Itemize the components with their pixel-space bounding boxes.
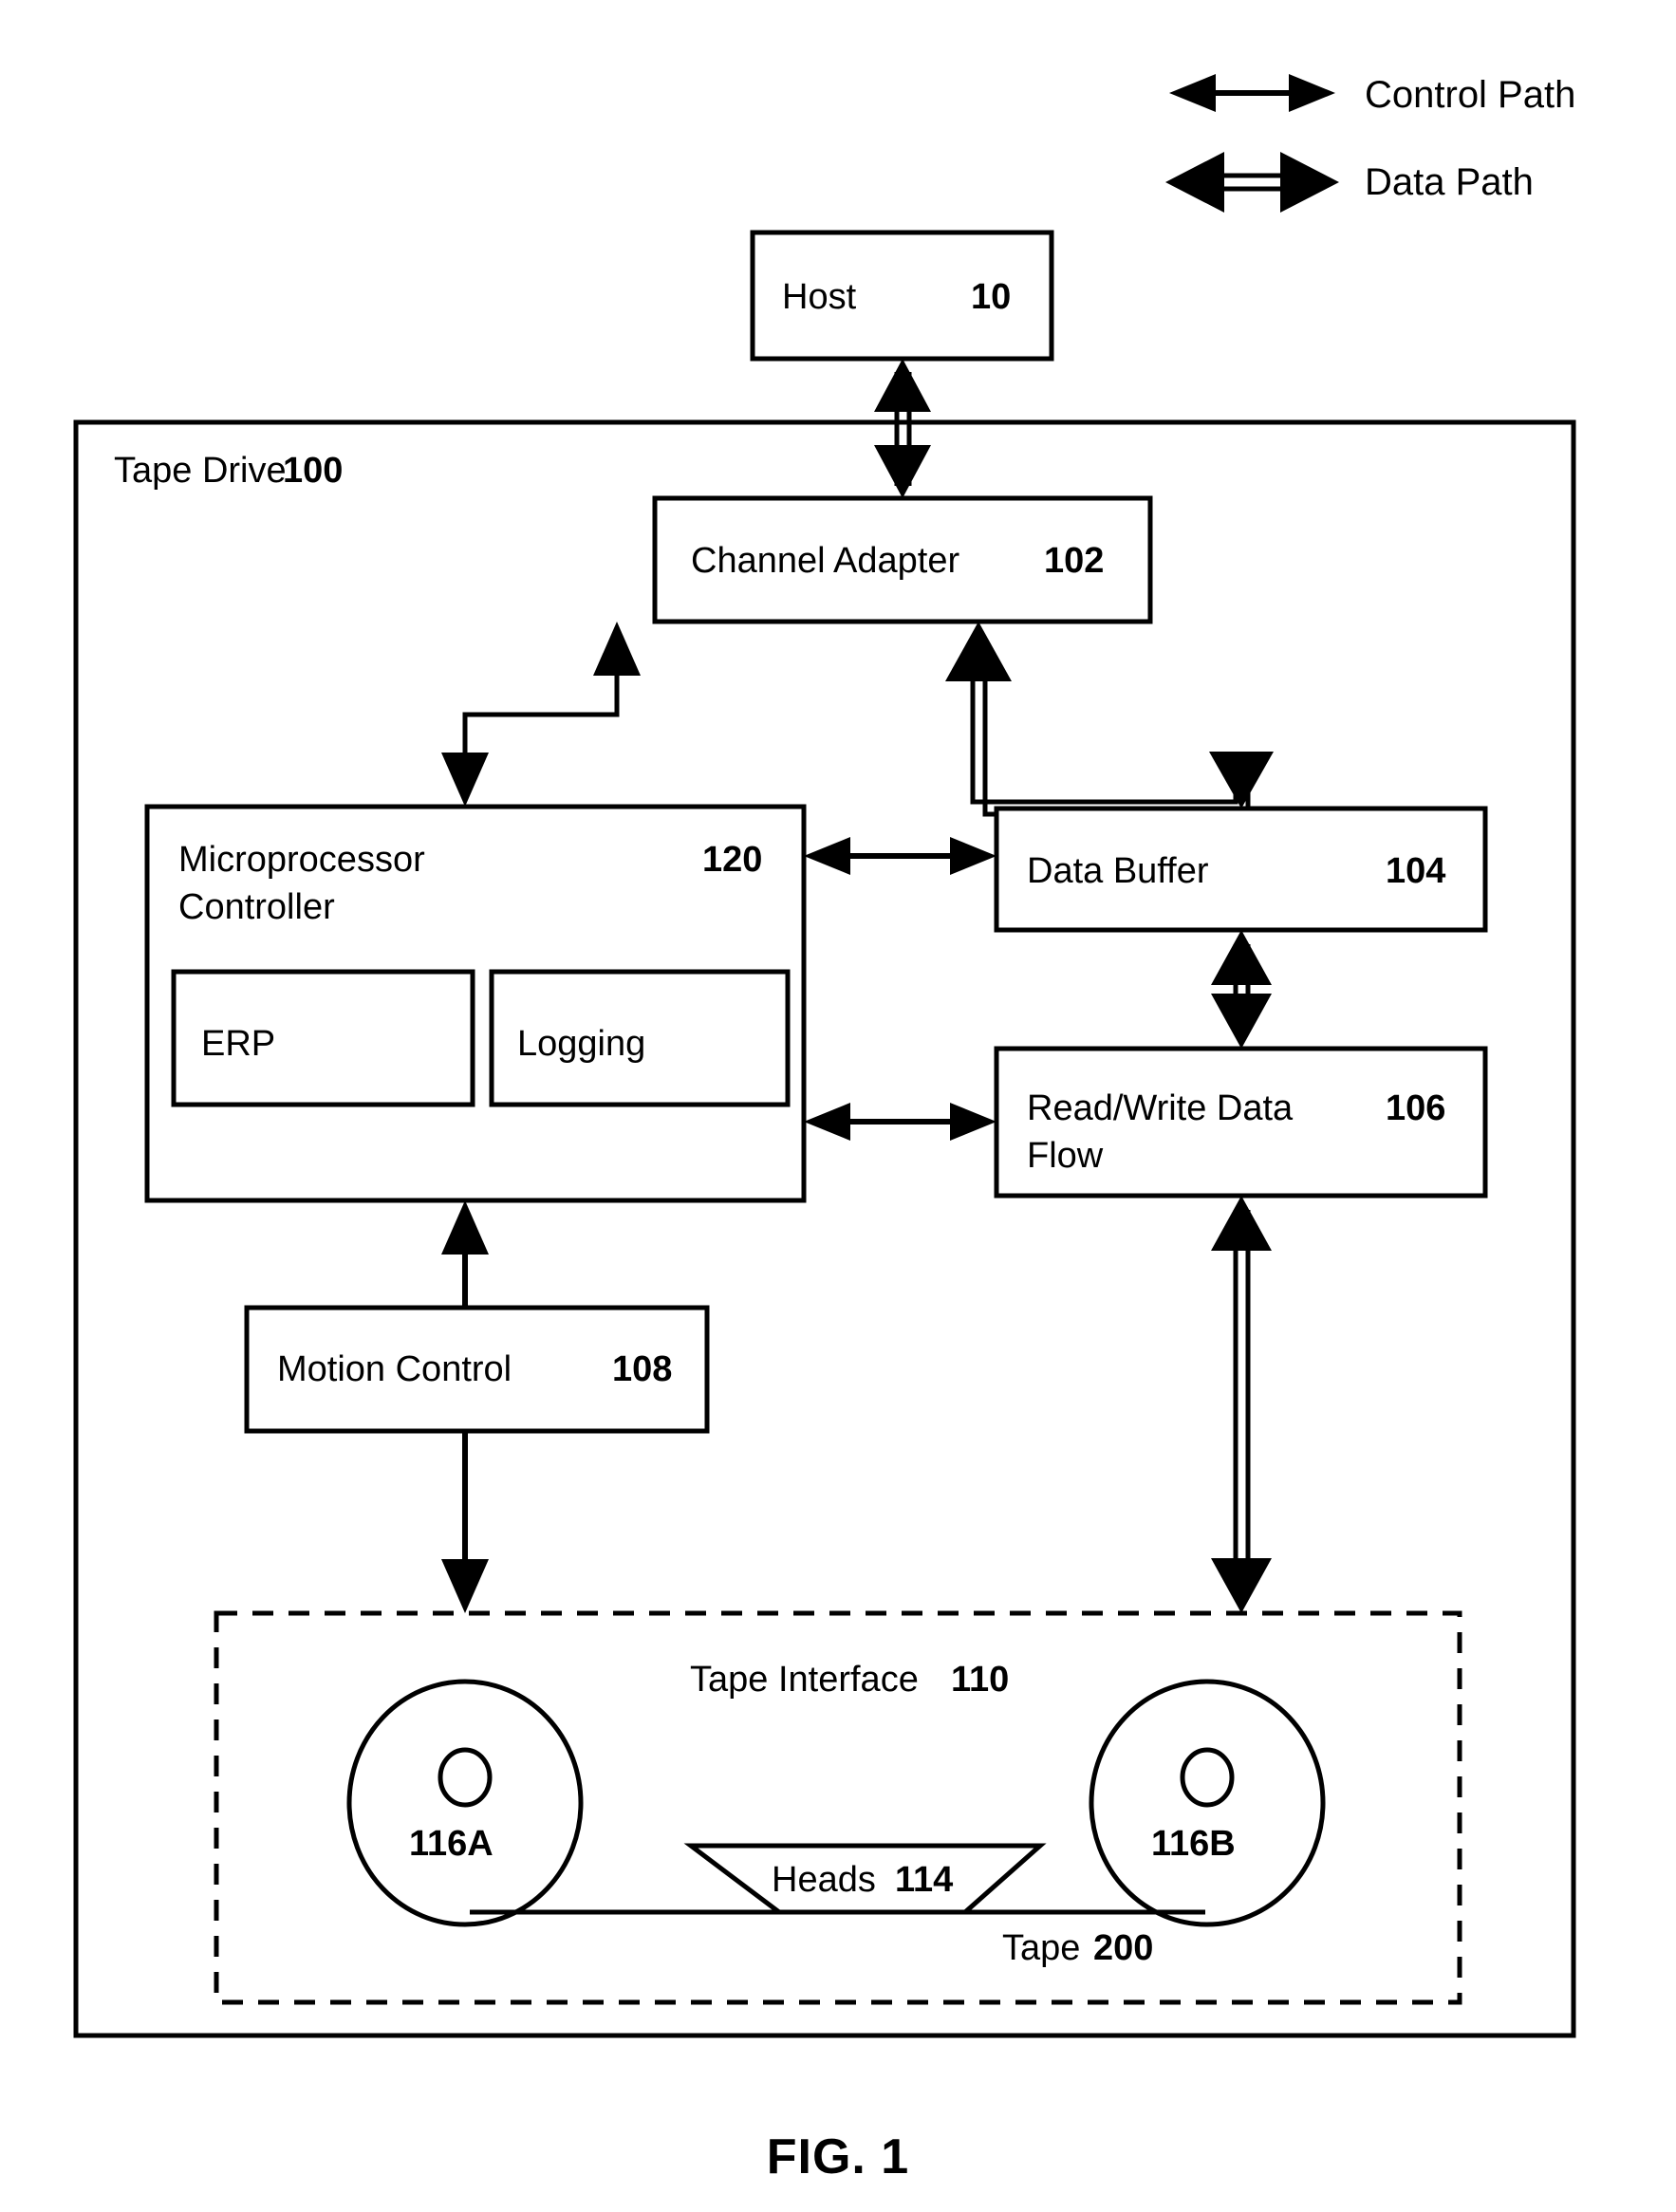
figure-caption: FIG. 1 [767,2129,909,2184]
channel-adapter-ref: 102 [1044,541,1104,581]
microprocessor-ref: 120 [702,840,762,880]
tape-drive-ref: 100 [283,451,343,491]
legend-data-path: Data Path [1165,152,1534,213]
control-path-legend-arrowhead-left [1169,74,1216,112]
mp-rw-arrowhead-left [804,1103,850,1141]
ca-db-route-outer [982,674,1251,817]
tape-drive-label: Tape Drive [114,451,287,491]
motion-control-label: Motion Control [277,1349,512,1389]
tape-drive-block-diagram: Control Path Data Path Host 10 Tape Driv… [73,74,1576,2184]
microprocessor-label-line1: Microprocessor [178,840,425,880]
connector-read-write-tape-interface [1211,1196,1272,1613]
tape-drive-outer-box [73,419,1576,2038]
reel-b-ref: 116B [1151,1824,1236,1864]
microprocessor-controller-block[interactable]: Microprocessor Controller 120 ERP Loggin… [144,804,807,1203]
db-rw-arrowhead-up [1211,930,1272,985]
legend-control-path: Control Path [1169,74,1575,116]
db-rw-arrowhead-down [1211,994,1272,1049]
heads-ref: 114 [895,1860,953,1900]
motion-control-ref: 108 [612,1349,672,1389]
mp-rw-arrowhead-right [950,1103,996,1141]
connector-host-channel-adapter [874,359,931,498]
host-ca-arrowhead-up [874,359,931,412]
channel-adapter-block[interactable]: Channel Adapter 102 [652,495,1153,624]
host-label: Host [782,277,857,317]
read-write-ref: 106 [1386,1088,1445,1128]
connector-motion-control-microprocessor [441,1200,489,1308]
tape-ref: 200 [1093,1928,1153,1968]
rw-ti-arrowhead-down [1211,1558,1272,1613]
patent-figure: Control Path Data Path Host 10 Tape Driv… [0,0,1676,2212]
host-ca-arrowhead-down [874,445,931,498]
tape-interface-label: Tape Interface [690,1660,919,1700]
data-path-legend-arrowhead-right [1280,152,1339,213]
connector-microprocessor-read-write [804,1103,996,1141]
tape-label: Tape [1002,1928,1080,1968]
connector-motion-control-tape-interface [441,1431,489,1613]
legend-label-data-path: Data Path [1365,161,1534,203]
read-write-data-flow-block[interactable]: Read/Write Data Flow 106 [994,1046,1488,1199]
logging-block[interactable]: Logging [489,969,791,1107]
mp-db-arrowhead-right [950,837,996,875]
erp-label: ERP [201,1024,275,1064]
microprocessor-label-line2: Controller [178,887,335,927]
connector-data-buffer-read-write [1211,930,1272,1049]
mc-ti-arrowhead-down [441,1559,489,1613]
data-buffer-block[interactable]: Data Buffer 104 [994,806,1488,933]
host-ref: 10 [971,277,1011,317]
read-write-label-line2: Flow [1027,1136,1104,1176]
logging-label: Logging [517,1024,645,1064]
ca-mp-route [462,664,620,778]
host-block[interactable]: Host 10 [750,230,1054,362]
data-buffer-label: Data Buffer [1027,851,1209,891]
reel-b-hub [1180,1747,1235,1808]
ca-db-arrowhead-up [945,622,1012,681]
reel-a-ref: 116A [409,1824,493,1864]
data-buffer-ref: 104 [1386,851,1445,891]
connector-channel-adapter-microprocessor [441,622,641,807]
connector-microprocessor-data-buffer [804,837,996,875]
tape-interface-block[interactable]: Tape Interface 110 116A 116B Heads 114 T… [214,1610,1462,2005]
reel-b[interactable]: 116B [1089,1679,1326,1927]
reel-a-hub [438,1747,493,1808]
legend-label-control-path: Control Path [1365,74,1575,116]
channel-adapter-label: Channel Adapter [691,541,959,581]
read-write-label-line1: Read/Write Data [1027,1088,1294,1128]
ca-db-route-inner [970,674,1238,805]
ca-mp-arrowhead-up [593,622,641,676]
erp-block[interactable]: ERP [171,969,475,1107]
rw-ti-arrowhead-up [1211,1196,1272,1251]
connector-channel-adapter-data-buffer [945,622,1251,817]
ca-mp-arrowhead-down [441,753,489,807]
motion-control-block[interactable]: Motion Control 108 [244,1305,710,1434]
heads-label: Heads [772,1860,876,1900]
control-path-legend-arrowhead-right [1289,74,1335,112]
tape-interface-ref: 110 [951,1660,1009,1700]
data-path-legend-arrowhead-left [1165,152,1224,213]
mp-db-arrowhead-left [804,837,850,875]
tape-drive-block: Tape Drive 100 [73,419,1576,2038]
mc-mp-arrowhead-up [441,1200,489,1255]
heads-element[interactable]: Heads 114 [683,1843,1047,1915]
reel-a[interactable]: 116A [346,1679,584,1927]
